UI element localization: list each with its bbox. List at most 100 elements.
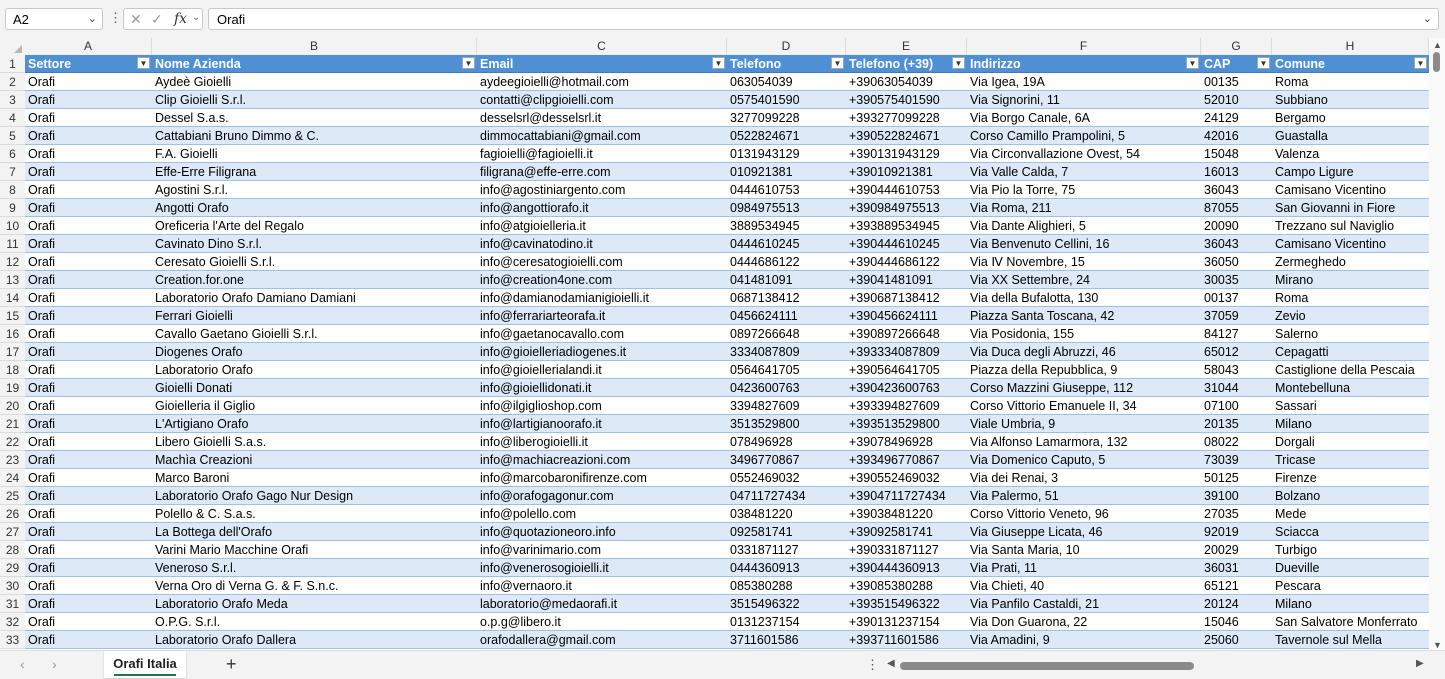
table-cell[interactable]: +393711601586 bbox=[846, 631, 967, 649]
close-icon[interactable]: ✕ bbox=[130, 11, 142, 28]
table-header-cell[interactable]: CAP ▼ bbox=[1201, 55, 1272, 73]
column-header-h[interactable]: H bbox=[1272, 38, 1429, 55]
table-header-cell[interactable]: Email ▼ bbox=[477, 55, 727, 73]
scroll-down-icon[interactable]: ▼ bbox=[1433, 640, 1442, 650]
table-cell[interactable]: 0552469032 bbox=[727, 469, 846, 487]
table-cell[interactable]: info@machiacreazioni.com bbox=[477, 451, 727, 469]
table-cell[interactable]: 092581741 bbox=[727, 523, 846, 541]
table-cell[interactable]: Via Chieti, 40 bbox=[967, 577, 1201, 595]
table-cell[interactable]: 0444686122 bbox=[727, 253, 846, 271]
table-cell[interactable]: Orafi bbox=[25, 559, 152, 577]
table-cell[interactable]: 0423600763 bbox=[727, 379, 846, 397]
table-cell[interactable]: dimmocattabiani@gmail.com bbox=[477, 127, 727, 145]
table-cell[interactable]: 3334087809 bbox=[727, 343, 846, 361]
table-cell[interactable]: +39092581741 bbox=[846, 523, 967, 541]
table-cell[interactable]: Subbiano bbox=[1272, 91, 1429, 109]
table-cell[interactable]: info@venerosogioielli.it bbox=[477, 559, 727, 577]
table-cell[interactable]: 65121 bbox=[1201, 577, 1272, 595]
table-cell[interactable]: Dueville bbox=[1272, 559, 1429, 577]
insert-function-icon[interactable]: fx bbox=[174, 11, 187, 27]
table-cell[interactable]: Orafi bbox=[25, 307, 152, 325]
table-cell[interactable]: +393277099228 bbox=[846, 109, 967, 127]
row-number[interactable]: 1 bbox=[0, 55, 25, 73]
table-cell[interactable]: 0564641705 bbox=[727, 361, 846, 379]
row-number[interactable]: 16 bbox=[0, 325, 25, 343]
horizontal-scroll-thumb[interactable] bbox=[900, 662, 1194, 670]
row-number[interactable]: 9 bbox=[0, 199, 25, 217]
table-cell[interactable]: Orafi bbox=[25, 199, 152, 217]
table-cell[interactable]: 42016 bbox=[1201, 127, 1272, 145]
table-cell[interactable]: Tavernole sul Mella bbox=[1272, 631, 1429, 649]
table-cell[interactable]: +393394827609 bbox=[846, 397, 967, 415]
row-number[interactable]: 13 bbox=[0, 271, 25, 289]
table-cell[interactable]: Via Benvenuto Cellini, 16 bbox=[967, 235, 1201, 253]
table-cell[interactable]: 3394827609 bbox=[727, 397, 846, 415]
row-number[interactable]: 7 bbox=[0, 163, 25, 181]
table-cell[interactable]: 3515496322 bbox=[727, 595, 846, 613]
table-cell[interactable]: La Bottega dell'Orafo bbox=[152, 523, 477, 541]
filter-dropdown-icon[interactable]: ▼ bbox=[831, 57, 844, 69]
table-cell[interactable]: Creation.for.one bbox=[152, 271, 477, 289]
table-cell[interactable]: filigrana@effe-erre.com bbox=[477, 163, 727, 181]
table-cell[interactable]: 085380288 bbox=[727, 577, 846, 595]
table-cell[interactable]: Via Dante Alighieri, 5 bbox=[967, 217, 1201, 235]
table-cell[interactable]: Orafi bbox=[25, 577, 152, 595]
table-cell[interactable]: 20029 bbox=[1201, 541, 1272, 559]
table-cell[interactable]: Laboratorio Orafo Dallera bbox=[152, 631, 477, 649]
table-cell[interactable]: Piazza Santa Toscana, 42 bbox=[967, 307, 1201, 325]
scroll-right-icon[interactable]: ▶ bbox=[1416, 658, 1424, 669]
table-cell[interactable]: contatti@clipgioielli.com bbox=[477, 91, 727, 109]
row-number[interactable]: 29 bbox=[0, 559, 25, 577]
table-cell[interactable]: Orafi bbox=[25, 451, 152, 469]
table-cell[interactable]: 0131237154 bbox=[727, 613, 846, 631]
table-cell[interactable]: Orafi bbox=[25, 253, 152, 271]
row-number[interactable]: 21 bbox=[0, 415, 25, 433]
table-cell[interactable]: 73039 bbox=[1201, 451, 1272, 469]
table-cell[interactable]: Roma bbox=[1272, 73, 1429, 91]
table-cell[interactable]: Orafi bbox=[25, 631, 152, 649]
table-cell[interactable]: info@creation4one.com bbox=[477, 271, 727, 289]
table-cell[interactable]: +39041481091 bbox=[846, 271, 967, 289]
table-cell[interactable]: info@vernaoro.it bbox=[477, 577, 727, 595]
vertical-scrollbar[interactable]: ▲ ▼ bbox=[1429, 38, 1445, 650]
table-cell[interactable]: +390444686122 bbox=[846, 253, 967, 271]
table-cell[interactable]: info@polello.com bbox=[477, 505, 727, 523]
table-cell[interactable]: 3711601586 bbox=[727, 631, 846, 649]
table-cell[interactable]: +390897266648 bbox=[846, 325, 967, 343]
row-number[interactable]: 19 bbox=[0, 379, 25, 397]
table-cell[interactable]: Mede bbox=[1272, 505, 1429, 523]
row-number[interactable]: 14 bbox=[0, 289, 25, 307]
table-cell[interactable]: +390687138412 bbox=[846, 289, 967, 307]
table-cell[interactable]: 31044 bbox=[1201, 379, 1272, 397]
table-cell[interactable]: fagioielli@fagioielli.it bbox=[477, 145, 727, 163]
table-cell[interactable]: 0444610753 bbox=[727, 181, 846, 199]
table-cell[interactable]: 92019 bbox=[1201, 523, 1272, 541]
row-number[interactable]: 20 bbox=[0, 397, 25, 415]
table-cell[interactable]: Montebelluna bbox=[1272, 379, 1429, 397]
table-cell[interactable]: 36043 bbox=[1201, 181, 1272, 199]
table-header-cell[interactable]: Telefono (+39) ▼ bbox=[846, 55, 967, 73]
table-cell[interactable]: info@ilgiglioshop.com bbox=[477, 397, 727, 415]
table-cell[interactable]: Corso Vittorio Emanuele II, 34 bbox=[967, 397, 1201, 415]
table-cell[interactable]: +390131237154 bbox=[846, 613, 967, 631]
table-cell[interactable]: +39085380288 bbox=[846, 577, 967, 595]
table-cell[interactable]: Orafi bbox=[25, 343, 152, 361]
more-options-icon[interactable]: ⋮ bbox=[109, 10, 122, 26]
column-header-g[interactable]: G bbox=[1201, 38, 1272, 55]
table-cell[interactable]: Verna Oro di Verna G. & F. S.n.c. bbox=[152, 577, 477, 595]
table-cell[interactable]: Via Roma, 211 bbox=[967, 199, 1201, 217]
row-number[interactable]: 2 bbox=[0, 73, 25, 91]
table-cell[interactable]: 25060 bbox=[1201, 631, 1272, 649]
table-cell[interactable]: info@angottiorafo.it bbox=[477, 199, 727, 217]
table-cell[interactable]: Bergamo bbox=[1272, 109, 1429, 127]
table-cell[interactable]: San Giovanni in Fiore bbox=[1272, 199, 1429, 217]
table-cell[interactable]: +39038481220 bbox=[846, 505, 967, 523]
table-cell[interactable]: +390575401590 bbox=[846, 91, 967, 109]
row-number[interactable]: 18 bbox=[0, 361, 25, 379]
column-header-f[interactable]: F bbox=[967, 38, 1201, 55]
row-number[interactable]: 11 bbox=[0, 235, 25, 253]
table-cell[interactable]: Tricase bbox=[1272, 451, 1429, 469]
table-cell[interactable]: 00137 bbox=[1201, 289, 1272, 307]
table-cell[interactable]: Firenze bbox=[1272, 469, 1429, 487]
table-cell[interactable]: Via Santa Maria, 10 bbox=[967, 541, 1201, 559]
